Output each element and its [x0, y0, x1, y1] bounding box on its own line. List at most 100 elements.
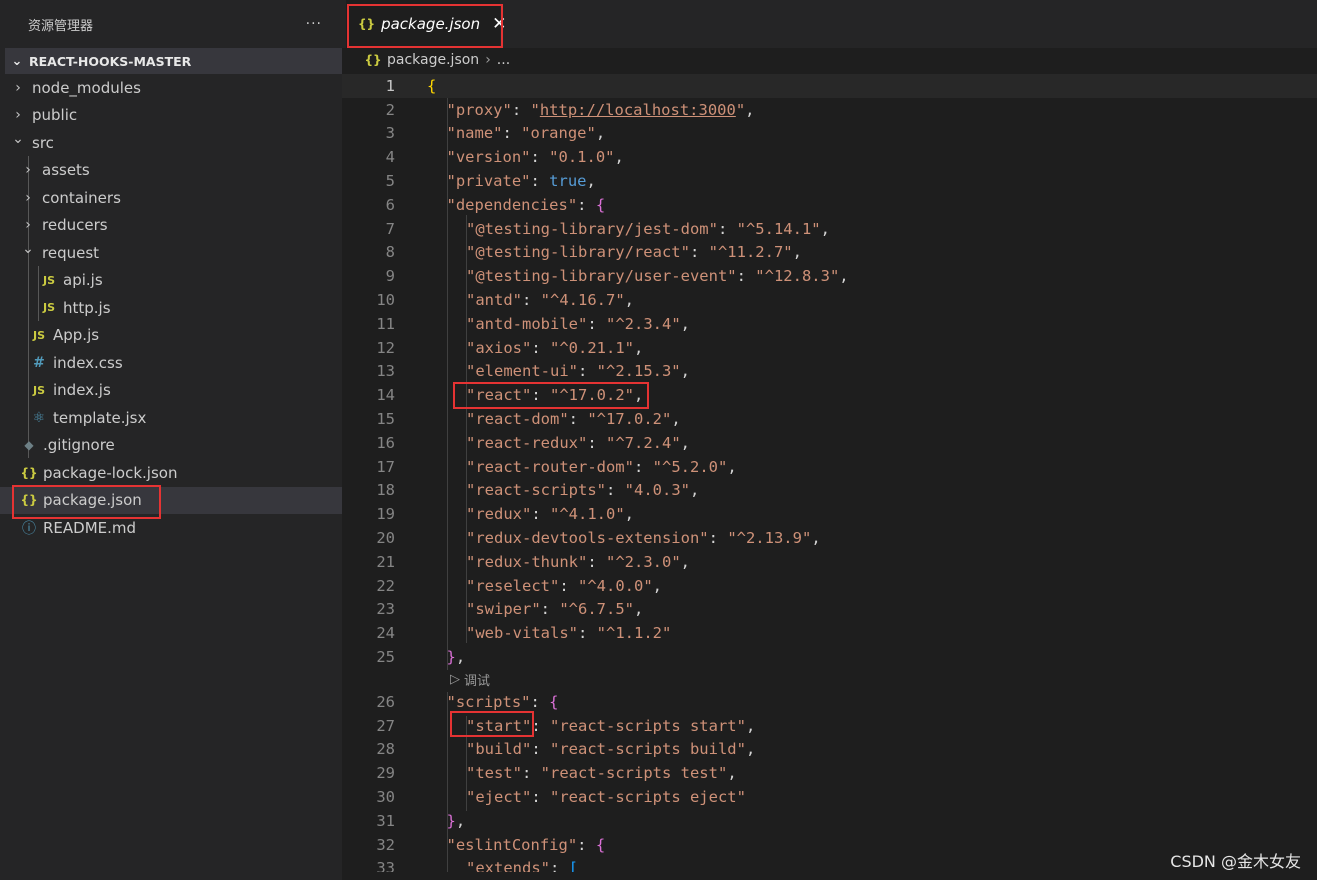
tree-item[interactable]: › assets	[0, 157, 342, 185]
tree-item[interactable]: JS http.js	[0, 294, 342, 322]
code-line[interactable]: 5 "private": true,	[342, 169, 1317, 193]
tree-item[interactable]: # index.css	[0, 349, 342, 377]
tree-item[interactable]: ⓘ README.md	[0, 514, 342, 542]
code-line[interactable]: 8 "@testing-library/react": "^11.2.7",	[342, 241, 1317, 265]
code-line[interactable]: 14 "react": "^17.0.2",	[342, 383, 1317, 407]
code-line[interactable]: 4 "version": "0.1.0",	[342, 145, 1317, 169]
tree-item[interactable]: › reducers	[0, 212, 342, 240]
code-line[interactable]: 13 "element-ui": "^2.15.3",	[342, 360, 1317, 384]
code-token: "axios"	[466, 338, 532, 357]
code-line[interactable]: 1{	[342, 74, 1317, 98]
breadcrumb-rest[interactable]: ...	[497, 52, 510, 68]
tree-item-label: index.js	[53, 381, 111, 400]
code-line[interactable]: 11 "antd-mobile": "^2.3.4",	[342, 312, 1317, 336]
code-line[interactable]: 27 "start": "react-scripts start",	[342, 714, 1317, 738]
code-line[interactable]: 30 "eject": "react-scripts eject"	[342, 785, 1317, 809]
tree-item[interactable]: › node_modules	[0, 74, 342, 102]
line-number: 4	[385, 148, 395, 167]
code-line[interactable]: 25},	[342, 645, 1317, 669]
code-token: "start"	[466, 716, 532, 735]
code-token: ,	[745, 740, 756, 759]
code-token: "	[735, 100, 746, 119]
code-line[interactable]: 2 "proxy": "http://localhost:3000",	[342, 98, 1317, 122]
code-line[interactable]: 17 "react-router-dom": "^5.2.0",	[342, 455, 1317, 479]
code-token: ,	[671, 410, 681, 429]
code-line[interactable]: 23 "swiper": "^6.7.5",	[342, 598, 1317, 622]
tab-package-json[interactable]: {} package.json ✕	[346, 0, 506, 48]
code-token: "redux-thunk"	[466, 552, 588, 571]
code-token: {	[427, 76, 437, 95]
code-token: "eslintConfig"	[446, 835, 578, 854]
chevron-right-icon: ›	[25, 162, 31, 179]
tree-item[interactable]: › public	[0, 102, 342, 130]
code-line[interactable]: 6 "dependencies": {	[342, 193, 1317, 217]
code-line[interactable]: 24 "web-vitals": "^1.1.2"	[342, 621, 1317, 645]
code-token: ,	[595, 124, 606, 143]
code-token: {	[549, 692, 559, 711]
code-line[interactable]: 19 "redux": "^4.1.0",	[342, 502, 1317, 526]
code-line[interactable]: 12 "axios": "^0.21.1",	[342, 336, 1317, 360]
tree-item-label: .gitignore	[43, 436, 115, 455]
code-line[interactable]: 26 "scripts": {	[342, 690, 1317, 714]
code-token: :	[531, 338, 550, 357]
horizontal-scrollbar[interactable]	[342, 872, 1317, 880]
codelens-debug[interactable]: ▷ 调试	[450, 669, 490, 689]
line-number: 8	[385, 243, 395, 262]
code-token: ,	[745, 716, 756, 735]
tree-item[interactable]: ⚛ template.jsx	[0, 404, 342, 432]
more-actions-icon[interactable]: ···	[306, 16, 322, 32]
line-number: 22	[376, 576, 395, 595]
line-number: 19	[376, 505, 395, 524]
tree-item[interactable]: ◆ .gitignore	[0, 432, 342, 460]
code-token: "^5.2.0"	[652, 457, 728, 476]
file-tree: › node_modules › public ⌄ src › assets › containe…	[0, 74, 342, 542]
code-token: :	[708, 529, 728, 548]
code-line[interactable]: 15 "react-dom": "^17.0.2",	[342, 407, 1317, 431]
tree-item[interactable]: {} package.json	[0, 486, 342, 514]
code-editor[interactable]: ▷ 调试 1{2 "proxy": "http://localhost:3000"…	[342, 72, 1317, 872]
tree-item[interactable]: {} package-lock.json	[0, 459, 342, 487]
line-number: 33	[376, 859, 395, 872]
css-file-icon: #	[33, 354, 45, 371]
code-token: "redux-devtools-extension"	[466, 529, 709, 548]
code-line[interactable]: 28 "build": "react-scripts build",	[342, 738, 1317, 762]
code-token: ,	[652, 576, 662, 595]
tree-item[interactable]: JS index.js	[0, 377, 342, 405]
code-token: "^17.0.2"	[550, 386, 634, 405]
code-line[interactable]: 3 "name": "orange",	[342, 122, 1317, 146]
code-token: "^4.16.7"	[540, 291, 625, 310]
code-line[interactable]: 29 "test": "react-scripts test",	[342, 761, 1317, 785]
code-line[interactable]: 18 "react-scripts": "4.0.3",	[342, 479, 1317, 503]
code-line[interactable]: 16 "react-redux": "^7.2.4",	[342, 431, 1317, 455]
line-number: 14	[376, 386, 395, 405]
tree-item[interactable]: JS App.js	[0, 322, 342, 350]
code-token: "web-vitals"	[466, 624, 578, 643]
code-line[interactable]: 21 "redux-thunk": "^2.3.0",	[342, 550, 1317, 574]
code-text: "@testing-library/react": "^11.2.7",	[466, 243, 802, 261]
code-text: "element-ui": "^2.15.3",	[466, 362, 690, 380]
code-line[interactable]: 7 "@testing-library/jest-dom": "^5.14.1",	[342, 217, 1317, 241]
code-line[interactable]: 9 "@testing-library/user-event": "^12.8.3…	[342, 264, 1317, 288]
code-token: "test"	[466, 764, 522, 783]
code-line[interactable]: 20 "redux-devtools-extension": "^2.13.9",	[342, 526, 1317, 550]
code-token: "^2.3.0"	[606, 552, 681, 571]
code-text: "version": "0.1.0",	[447, 148, 624, 166]
workspace-section-header[interactable]: ⌄ REACT-HOOKS-MASTER	[5, 48, 342, 74]
chevron-right-icon: ›	[25, 217, 31, 234]
tree-item[interactable]: ⌄ request	[0, 239, 342, 267]
code-line[interactable]: 10 "antd": "^4.16.7",	[342, 288, 1317, 312]
breadcrumb-file[interactable]: package.json	[387, 52, 479, 68]
code-token: :	[531, 788, 550, 807]
tree-item-label: src	[32, 133, 54, 152]
line-number: 16	[376, 433, 395, 452]
code-token: "@testing-library/react"	[466, 243, 690, 262]
tree-item[interactable]: › containers	[0, 184, 342, 212]
close-icon[interactable]: ✕	[492, 14, 506, 34]
code-token: ,	[811, 529, 821, 548]
js-file-icon: JS	[32, 383, 45, 397]
code-line[interactable]: 31},	[342, 809, 1317, 833]
tree-item[interactable]: ⌄ src	[0, 129, 342, 157]
tree-item[interactable]: JS api.js	[0, 267, 342, 295]
code-line[interactable]: 22 "reselect": "^4.0.0",	[342, 574, 1317, 598]
json-file-icon: {}	[20, 465, 38, 480]
